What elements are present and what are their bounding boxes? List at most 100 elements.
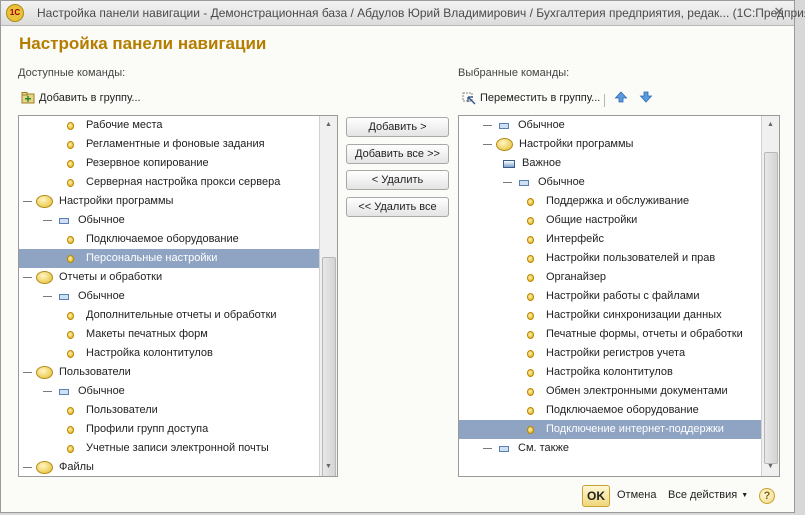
- tree-row-label: Настройка колонтитулов: [86, 347, 213, 359]
- tree-row[interactable]: Обычное: [19, 382, 320, 401]
- selected-commands-tree[interactable]: Обычное Настройки программы Важное Обычное П…: [458, 115, 780, 477]
- selected-commands-label: Выбранные команды:: [458, 67, 570, 79]
- tree-row[interactable]: Настройки программы: [459, 135, 762, 154]
- tree-row[interactable]: Подключение интернет-поддержки: [459, 420, 762, 439]
- toolbar-separator: [604, 94, 605, 107]
- tree-row-label: Интерфейс: [546, 233, 604, 245]
- move-down-button[interactable]: [639, 90, 653, 104]
- tree-row-label: Обычное: [78, 385, 125, 397]
- collapse-toggle-icon[interactable]: [23, 368, 32, 377]
- tree-row-label: Обычное: [518, 119, 565, 131]
- leaf-icon: [67, 330, 74, 339]
- tree-row[interactable]: Макеты печатных форм: [19, 325, 320, 344]
- tree-row[interactable]: Настройки синхронизации данных: [459, 306, 762, 325]
- tree-row-label: Дополнительные отчеты и обработки: [86, 309, 277, 321]
- ok-button[interactable]: OK: [582, 485, 610, 507]
- tree-row[interactable]: Пользователи: [19, 363, 320, 382]
- tree-row[interactable]: Настройки программы: [19, 192, 320, 211]
- move-up-button[interactable]: [614, 90, 628, 104]
- page-title: Настройка панели навигации: [19, 34, 267, 53]
- leaf-icon: [67, 140, 74, 149]
- group-icon: [519, 179, 529, 186]
- selected-scrollbar[interactable]: ▲ ▼: [761, 116, 779, 476]
- remove-button[interactable]: < Удалить: [346, 170, 449, 190]
- leaf-icon: [67, 178, 74, 187]
- tree-row-label: Персональные настройки: [86, 252, 218, 264]
- tree-row[interactable]: Учетные записи электронной почты: [19, 439, 320, 458]
- cancel-button[interactable]: Отмена: [617, 489, 656, 501]
- tree-row[interactable]: Обычное: [19, 287, 320, 306]
- scrollbar-thumb[interactable]: [322, 257, 336, 476]
- help-button[interactable]: ?: [759, 488, 775, 504]
- chevron-down-icon: ▼: [741, 491, 749, 499]
- tree-row[interactable]: Интерфейс: [459, 230, 762, 249]
- collapse-toggle-icon[interactable]: [483, 444, 492, 453]
- tree-row[interactable]: Настройки работы с файлами: [459, 287, 762, 306]
- window-title: Настройка панели навигации - Демонстраци…: [37, 6, 805, 20]
- scroll-down-icon[interactable]: ▼: [764, 460, 777, 474]
- leaf-icon: [527, 197, 534, 206]
- collapse-toggle-icon[interactable]: [43, 292, 52, 301]
- tree-row[interactable]: Дополнительные отчеты и обработки: [19, 306, 320, 325]
- available-commands-tree[interactable]: Рабочие места Регламентные и фоновые зада…: [18, 115, 338, 477]
- tree-row[interactable]: Настройка колонтитулов: [19, 344, 320, 363]
- tree-row[interactable]: Настройка колонтитулов: [459, 363, 762, 382]
- tree-row[interactable]: Файлы: [19, 458, 320, 476]
- tree-row[interactable]: Печатные формы, отчеты и обработки: [459, 325, 762, 344]
- remove-all-button[interactable]: << Удалить все: [346, 197, 449, 217]
- available-scrollbar[interactable]: ▲ ▼: [319, 116, 337, 476]
- collapse-toggle-icon[interactable]: [43, 387, 52, 396]
- folder-icon: [36, 366, 53, 379]
- tree-row-label: Настройки регистров учета: [546, 347, 686, 359]
- leaf-icon: [527, 292, 534, 301]
- scrollbar-thumb[interactable]: [764, 152, 778, 464]
- tree-row[interactable]: Обычное: [459, 116, 762, 135]
- tree-row[interactable]: Отчеты и обработки: [19, 268, 320, 287]
- tree-row[interactable]: Настройки регистров учета: [459, 344, 762, 363]
- tree-row[interactable]: Органайзер: [459, 268, 762, 287]
- scroll-down-icon[interactable]: ▼: [322, 460, 335, 474]
- leaf-icon: [67, 159, 74, 168]
- tree-row[interactable]: Обычное: [459, 173, 762, 192]
- tree-row[interactable]: Обычное: [19, 211, 320, 230]
- collapse-toggle-icon[interactable]: [483, 121, 492, 130]
- tree-row[interactable]: Общие настройки: [459, 211, 762, 230]
- folder-icon: [36, 461, 53, 474]
- tree-row[interactable]: Подключаемое оборудование: [19, 230, 320, 249]
- collapse-toggle-icon[interactable]: [43, 216, 52, 225]
- scroll-up-icon[interactable]: ▲: [764, 118, 777, 132]
- title-bar[interactable]: 1С Настройка панели навигации - Демонстр…: [1, 1, 805, 26]
- leaf-icon: [67, 406, 74, 415]
- collapse-toggle-icon[interactable]: [23, 197, 32, 206]
- add-button[interactable]: Добавить >: [346, 117, 449, 137]
- tree-row-label: Регламентные и фоновые задания: [86, 138, 265, 150]
- tree-row[interactable]: Настройки пользователей и прав: [459, 249, 762, 268]
- tree-row[interactable]: Серверная настройка прокси сервера: [19, 173, 320, 192]
- tree-row[interactable]: Рабочие места: [19, 116, 320, 135]
- tree-row-label: Макеты печатных форм: [86, 328, 208, 340]
- move-to-group-button[interactable]: Переместить в группу...: [461, 91, 600, 105]
- tree-row[interactable]: Обмен электронными документами: [459, 382, 762, 401]
- tree-row-label: Настройки пользователей и прав: [546, 252, 716, 264]
- tree-row-label: Учетные записи электронной почты: [86, 442, 269, 454]
- close-icon[interactable]: ✕: [771, 4, 787, 20]
- collapse-toggle-icon[interactable]: [23, 273, 32, 282]
- tree-row[interactable]: Поддержка и обслуживание: [459, 192, 762, 211]
- tree-row[interactable]: Резервное копирование: [19, 154, 320, 173]
- collapse-toggle-icon[interactable]: [23, 463, 32, 472]
- leaf-icon: [527, 368, 534, 377]
- tree-row[interactable]: Подключаемое оборудование: [459, 401, 762, 420]
- add-to-group-button[interactable]: Добавить в группу...: [21, 91, 141, 104]
- all-actions-menu[interactable]: Все действия ▼: [668, 489, 748, 501]
- collapse-toggle-icon[interactable]: [483, 140, 492, 149]
- collapse-toggle-icon[interactable]: [503, 178, 512, 187]
- add-all-button[interactable]: Добавить все >>: [346, 144, 449, 164]
- scroll-up-icon[interactable]: ▲: [322, 118, 335, 132]
- tree-row[interactable]: Пользователи: [19, 401, 320, 420]
- tree-row[interactable]: Важное: [459, 154, 762, 173]
- tree-row[interactable]: Регламентные и фоновые задания: [19, 135, 320, 154]
- selected-commands-list: Обычное Настройки программы Важное Обычное П…: [459, 116, 762, 476]
- tree-row[interactable]: Персональные настройки: [19, 249, 320, 268]
- tree-row[interactable]: См. также: [459, 439, 762, 458]
- tree-row[interactable]: Профили групп доступа: [19, 420, 320, 439]
